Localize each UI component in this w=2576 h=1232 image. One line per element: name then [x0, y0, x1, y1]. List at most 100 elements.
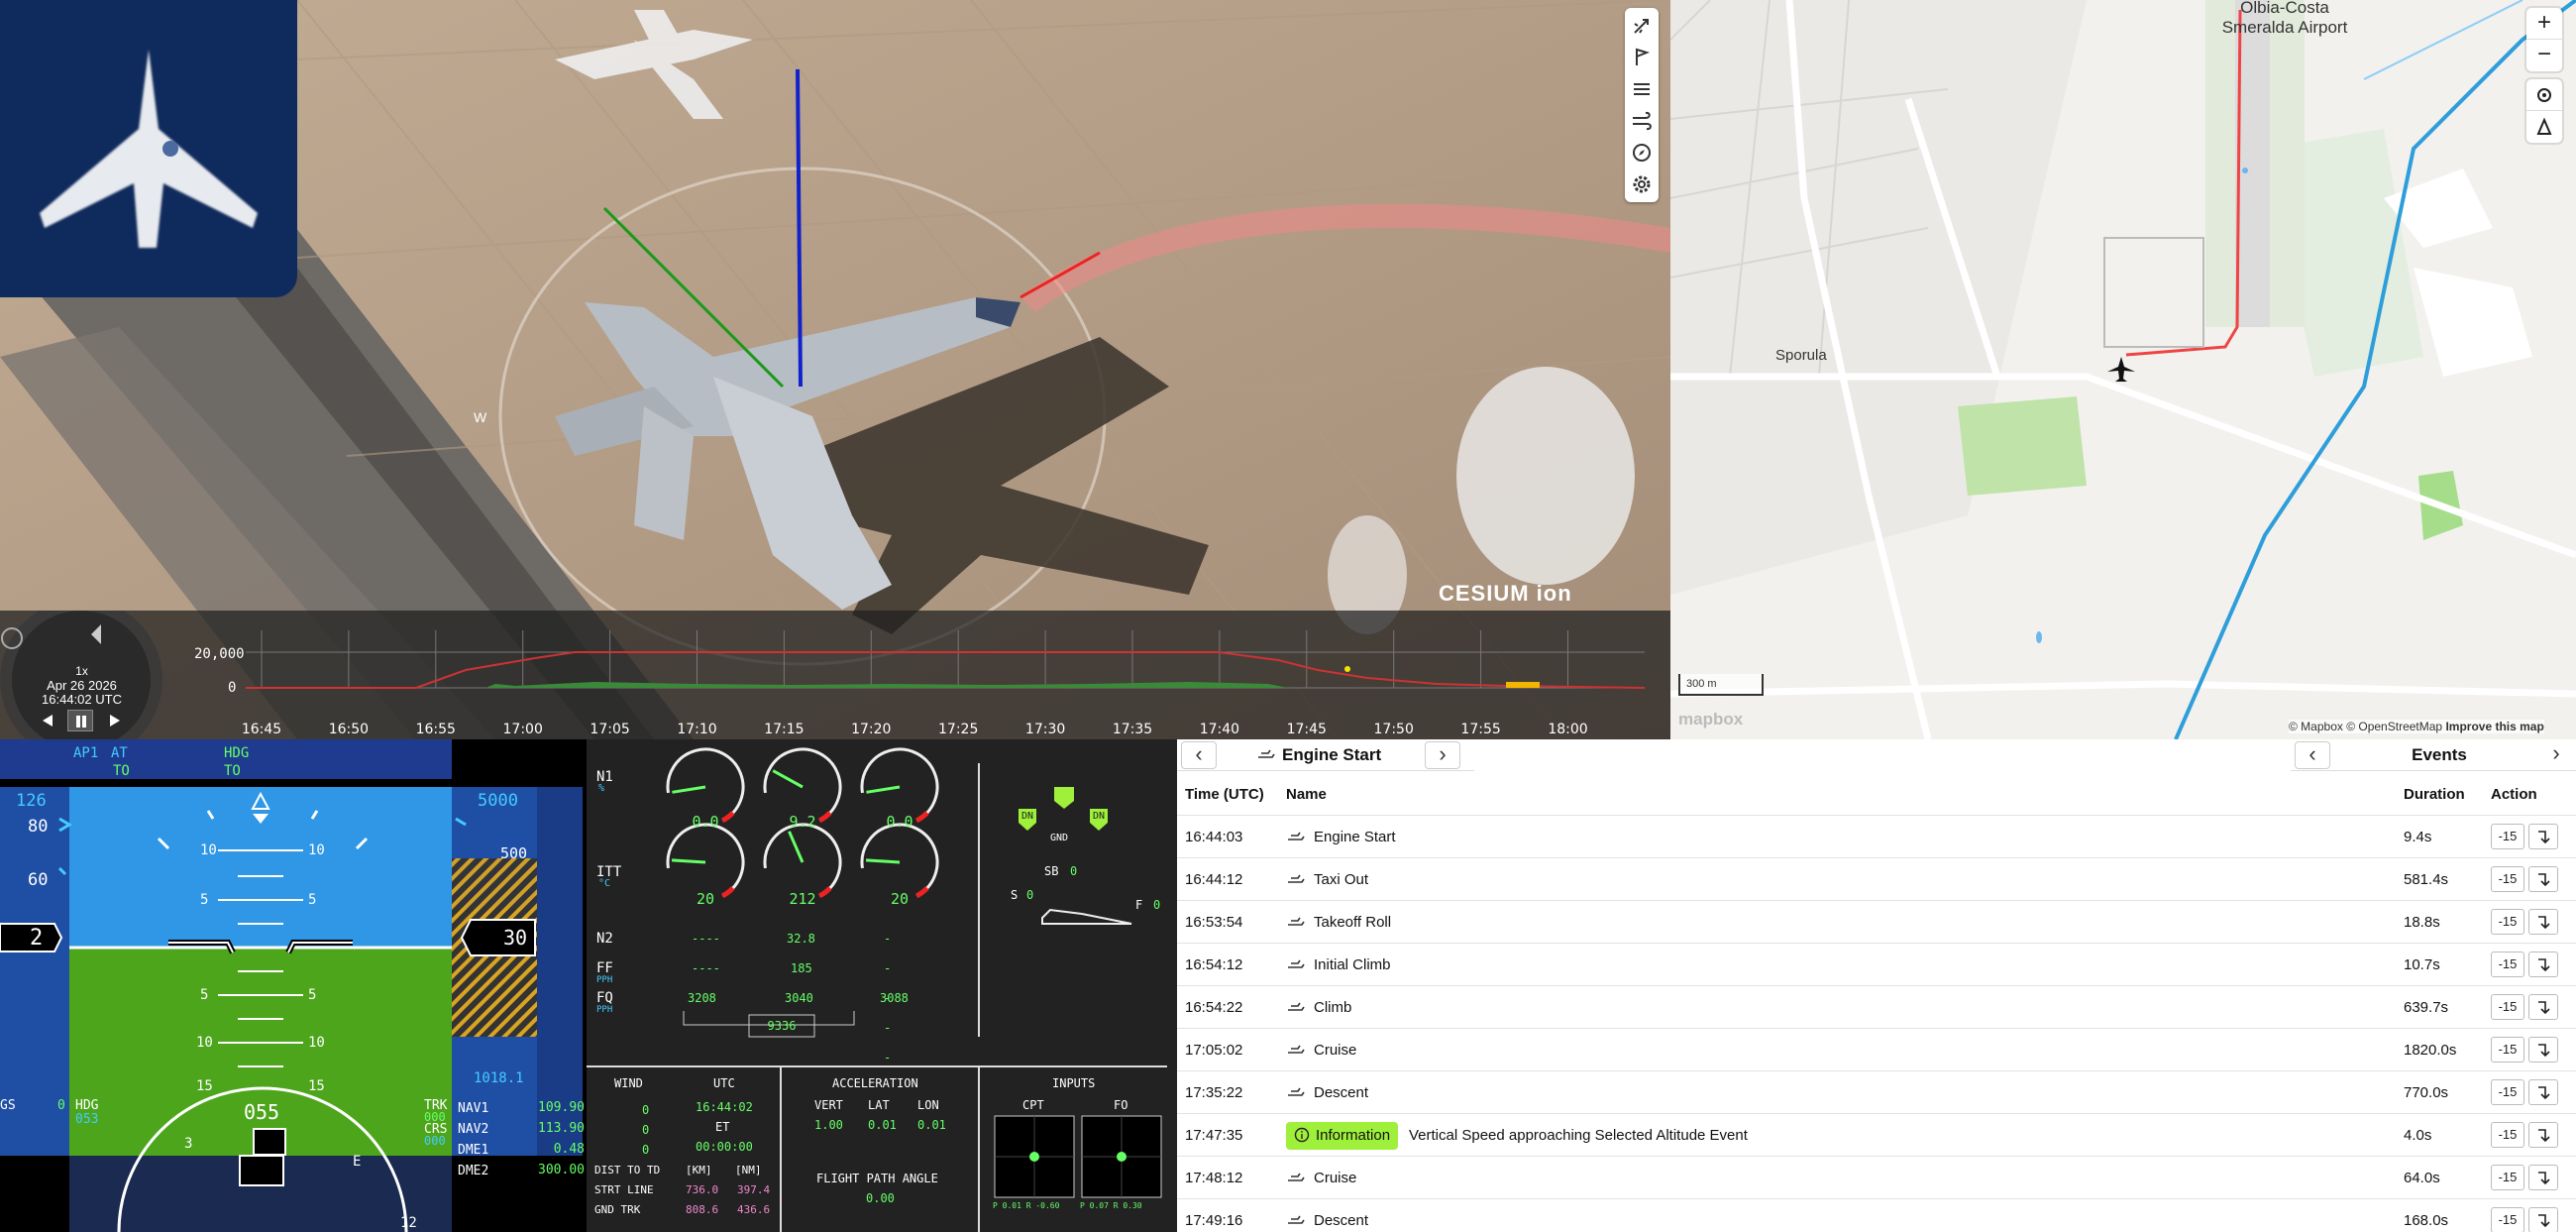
seek-back-button[interactable]: -15: [2491, 909, 2524, 935]
airport-label: Olbia-Costa: [2240, 0, 2329, 17]
seek-back-button[interactable]: -15: [2491, 1037, 2524, 1063]
col-time[interactable]: Time (UTC): [1185, 775, 1264, 815]
pitch-label: 15: [196, 1078, 213, 1094]
accel-vert: 1.00: [814, 1118, 843, 1132]
info-badge: Information: [1286, 1122, 1399, 1150]
fo-readout: P 0.07 R 0.30: [1080, 1201, 1142, 1210]
jump-to-event-button[interactable]: [2528, 952, 2558, 977]
wind-values: 0 0 0: [642, 1100, 649, 1160]
svg-text:W: W: [474, 409, 487, 425]
table-row[interactable]: 17:35:22 Descent 770.0s -15: [1177, 1070, 2576, 1113]
gnd-nm: 436.6: [737, 1203, 771, 1216]
flag-icon[interactable]: [1630, 46, 1654, 69]
engine-icon: [1286, 816, 1306, 858]
primary-flight-display: AP1 AT TO HDG TO 126 80 60 2 5000 500 30…: [0, 739, 587, 1232]
dme1-label: DME1: [458, 1143, 489, 1158]
timeline[interactable]: 20,000 0 16:45 16:50 16:55 17:00 17:05 17:10 1…: [0, 611, 1670, 739]
alt-tick-500: 500: [500, 844, 528, 862]
table-row[interactable]: 16:53:54 Takeoff Roll 18.8s -15: [1177, 900, 2576, 943]
reverse-button[interactable]: [38, 712, 55, 729]
badge-label: Information: [1316, 1127, 1391, 1144]
inputs-title: INPUTS: [1052, 1076, 1096, 1090]
itt-engine1: 20: [696, 890, 715, 908]
gear-icon[interactable]: [1630, 172, 1654, 196]
jump-to-event-button[interactable]: [2528, 866, 2558, 892]
event-name: Climb: [1314, 999, 1352, 1016]
map-render: [1670, 0, 2576, 739]
timeline-tick: 17:00: [502, 722, 543, 737]
phase-prev-button[interactable]: ‹: [1181, 741, 1217, 769]
jump-to-event-button[interactable]: [2528, 1122, 2558, 1148]
seek-back-button[interactable]: -15: [2491, 952, 2524, 977]
animation-clock[interactable]: 1x Apr 26 2026 16:44:02 UTC: [0, 611, 168, 739]
seek-back-button[interactable]: -15: [2491, 1207, 2524, 1232]
zoom-control: + −: [2526, 8, 2562, 71]
jump-to-event-button[interactable]: [2528, 909, 2558, 935]
jump-to-event-button[interactable]: [2528, 1165, 2558, 1190]
accel-lat: 0.01: [868, 1118, 897, 1132]
gnd-trk-label: GND TRK: [594, 1203, 641, 1216]
table-row[interactable]: 17:47:35 Information Vertical Speed approa…: [1177, 1113, 2576, 1156]
events-prev-button[interactable]: ‹: [2295, 741, 2330, 769]
event-duration: 4.0s: [2404, 1127, 2432, 1144]
seek-back-button[interactable]: -15: [2491, 866, 2524, 892]
et-label: ET: [715, 1120, 730, 1134]
north-icon[interactable]: [2526, 111, 2562, 143]
takeoff-roll-icon: [1286, 901, 1306, 944]
event-duration: 1820.0s: [2404, 1042, 2457, 1059]
seek-back-button[interactable]: -15: [2491, 1122, 2524, 1148]
fq-unit: PPH: [596, 1005, 613, 1015]
cpt-readout: P 0.01 R -0.60: [993, 1201, 1060, 1210]
jump-to-event-button[interactable]: [2528, 824, 2558, 849]
plane-icon[interactable]: [1630, 14, 1654, 38]
n2-engine2: 32.8: [787, 932, 815, 946]
events-next-button[interactable]: ›: [2538, 741, 2574, 769]
jump-to-event-button[interactable]: [2528, 994, 2558, 1020]
map-view[interactable]: Olbia-Costa Smeralda Airport Sporula + −…: [1670, 0, 2576, 739]
table-row[interactable]: 17:49:16 Descent 168.0s -15: [1177, 1198, 2576, 1232]
compass-icon[interactable]: [1630, 141, 1654, 165]
n1-engine1: 0.0: [692, 813, 719, 831]
pause-button[interactable]: [67, 710, 93, 731]
fq-engine3: 3088: [880, 991, 909, 1005]
seek-back-button[interactable]: -15: [2491, 994, 2524, 1020]
timeline-tick: 18:00: [1548, 722, 1588, 737]
wind-icon[interactable]: [1630, 109, 1654, 133]
table-row[interactable]: 17:05:02 Cruise 1820.0s -15: [1177, 1028, 2576, 1070]
play-button[interactable]: [107, 712, 125, 729]
engine-icon: [1256, 745, 1275, 761]
timeline-tick: 17:50: [1373, 722, 1414, 737]
itt-unit: °C: [598, 878, 611, 889]
timeline-tick: 17:25: [938, 722, 979, 737]
attribution-text[interactable]: © Mapbox © OpenStreetMap: [2289, 720, 2442, 733]
improve-map-link[interactable]: Improve this map: [2445, 720, 2543, 733]
event-name: Descent: [1314, 1212, 1369, 1229]
jump-to-event-button[interactable]: [2528, 1037, 2558, 1063]
zoom-out-button[interactable]: −: [2526, 40, 2562, 71]
gnd-km: 808.6: [686, 1203, 719, 1216]
jump-to-event-button[interactable]: [2528, 1079, 2558, 1105]
col-name[interactable]: Name: [1286, 775, 1327, 815]
table-row[interactable]: 16:54:12 Initial Climb 10.7s -15: [1177, 943, 2576, 985]
altitude-target: 5000: [478, 791, 518, 811]
timeline-tick: 17:55: [1460, 722, 1501, 737]
seek-back-button[interactable]: -15: [2491, 1165, 2524, 1190]
route-icon[interactable]: [1630, 77, 1654, 101]
phase-next-button[interactable]: ›: [1425, 741, 1460, 769]
seek-back-button[interactable]: -15: [2491, 824, 2524, 849]
table-row[interactable]: 17:48:12 Cruise 64.0s -15: [1177, 1156, 2576, 1198]
table-row[interactable]: 16:44:12 Taxi Out 581.4s -15: [1177, 857, 2576, 900]
event-duration: 639.7s: [2404, 999, 2449, 1016]
3d-viewer[interactable]: W CESIUM ion 20,000 0 16:45 16:50 16:55 …: [0, 0, 1670, 739]
jump-to-event-button[interactable]: [2528, 1207, 2558, 1232]
table-row[interactable]: 16:44:03 Engine Start 9.4s -15: [1177, 815, 2576, 857]
locate-icon[interactable]: [2526, 79, 2562, 111]
table-row[interactable]: 16:54:22 Climb 639.7s -15: [1177, 985, 2576, 1028]
cesium-logo: CESIUM ion: [1439, 581, 1572, 606]
event-duration: 10.7s: [2404, 956, 2440, 973]
event-name: Descent: [1314, 1084, 1369, 1101]
heading-box: 055: [243, 1100, 280, 1124]
seek-back-button[interactable]: -15: [2491, 1079, 2524, 1105]
zoom-in-button[interactable]: +: [2526, 8, 2562, 40]
col-duration[interactable]: Duration: [2404, 775, 2465, 815]
